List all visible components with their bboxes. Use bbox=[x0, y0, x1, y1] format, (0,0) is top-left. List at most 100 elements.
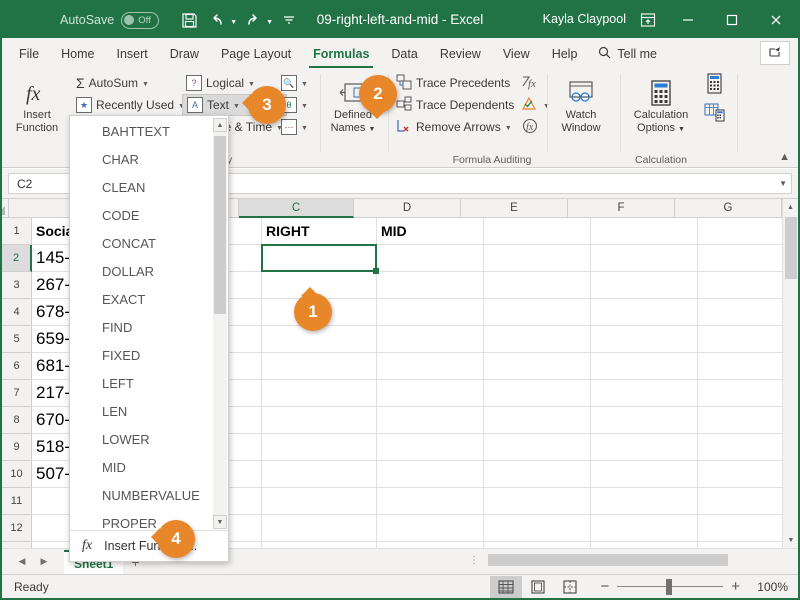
tab-view[interactable]: View bbox=[492, 40, 541, 68]
cell-D8[interactable] bbox=[377, 407, 484, 434]
row-header-10[interactable]: 10 bbox=[2, 461, 32, 488]
menu-item-concat[interactable]: CONCAT bbox=[70, 230, 213, 258]
cell-E11[interactable] bbox=[484, 488, 591, 515]
row-header-3[interactable]: 3 bbox=[2, 272, 32, 299]
tab-formulas[interactable]: Formulas bbox=[302, 40, 380, 68]
row-header-2[interactable]: 2 bbox=[2, 245, 32, 272]
vertical-scrollbar[interactable]: ▲ ▼ bbox=[782, 199, 798, 548]
calculate-now-button[interactable] bbox=[700, 72, 730, 96]
chevron-down-icon[interactable]: ▼ bbox=[248, 81, 255, 88]
insert-function-button[interactable]: fx Insert Function bbox=[8, 72, 66, 135]
cell-D9[interactable] bbox=[377, 434, 484, 461]
menu-item-code[interactable]: CODE bbox=[70, 202, 213, 230]
menu-item-left[interactable]: LEFT bbox=[70, 370, 213, 398]
cell-D1[interactable]: MID bbox=[377, 218, 484, 245]
autosave-switch[interactable]: Off bbox=[121, 11, 160, 29]
tab-review[interactable]: Review bbox=[429, 40, 492, 68]
tab-insert[interactable]: Insert bbox=[106, 40, 159, 68]
cell-F5[interactable] bbox=[591, 326, 698, 353]
cell-C8[interactable] bbox=[262, 407, 377, 434]
autosum-button[interactable]: Σ AutoSum ▼ bbox=[72, 72, 189, 94]
menu-item-len[interactable]: LEN bbox=[70, 398, 213, 426]
menu-item-lower[interactable]: LOWER bbox=[70, 426, 213, 454]
chevron-down-icon[interactable]: ▼ bbox=[301, 125, 308, 132]
row-header-4[interactable]: 4 bbox=[2, 299, 32, 326]
save-icon[interactable] bbox=[177, 8, 201, 32]
cell-C11[interactable] bbox=[262, 488, 377, 515]
cell-C5[interactable] bbox=[262, 326, 377, 353]
undo-icon[interactable] bbox=[205, 8, 229, 32]
cell-E2[interactable] bbox=[484, 245, 591, 272]
error-checking-button[interactable]: ▼ bbox=[517, 94, 554, 116]
chevron-down-icon[interactable]: ▼ bbox=[142, 81, 149, 88]
cell-C2[interactable] bbox=[262, 245, 377, 272]
column-header-c[interactable]: C bbox=[239, 199, 354, 218]
cell-D7[interactable] bbox=[377, 380, 484, 407]
remove-arrows-button[interactable]: Remove Arrows ▼ bbox=[392, 116, 518, 138]
menu-item-dollar[interactable]: DOLLAR bbox=[70, 258, 213, 286]
tab-help[interactable]: Help bbox=[541, 40, 589, 68]
scroll-up-icon[interactable]: ▲ bbox=[783, 199, 798, 215]
select-all-corner[interactable] bbox=[2, 199, 9, 218]
cell-E6[interactable] bbox=[484, 353, 591, 380]
row-header-11[interactable]: 11 bbox=[2, 488, 32, 515]
cell-D2[interactable] bbox=[377, 245, 484, 272]
show-formulas-button[interactable]: fx bbox=[517, 72, 554, 94]
evaluate-formula-button[interactable]: fx bbox=[517, 116, 554, 138]
row-header-5[interactable]: 5 bbox=[2, 326, 32, 353]
cell-D10[interactable] bbox=[377, 461, 484, 488]
cell-E7[interactable] bbox=[484, 380, 591, 407]
cell-C12[interactable] bbox=[262, 515, 377, 542]
autosave-toggle[interactable]: AutoSave Off bbox=[60, 11, 160, 29]
column-header-e[interactable]: E bbox=[461, 199, 568, 218]
scroll-split-handle[interactable]: ⋮ bbox=[469, 555, 480, 566]
trace-dependents-button[interactable]: Trace Dependents bbox=[392, 94, 518, 116]
cell-D3[interactable] bbox=[377, 272, 484, 299]
expand-formula-bar-icon[interactable]: ▼ bbox=[779, 179, 787, 188]
formula-input[interactable]: ▼ bbox=[199, 173, 792, 194]
vertical-scroll-thumb[interactable] bbox=[785, 217, 797, 279]
page-break-preview-icon[interactable] bbox=[554, 576, 586, 598]
row-header-6[interactable]: 6 bbox=[2, 353, 32, 380]
dropdown-scroll-thumb[interactable] bbox=[214, 136, 226, 314]
row-header-9[interactable]: 9 bbox=[2, 434, 32, 461]
cell-D12[interactable] bbox=[377, 515, 484, 542]
row-header-12[interactable]: 12 bbox=[2, 515, 32, 542]
cell-C10[interactable] bbox=[262, 461, 377, 488]
column-header-d[interactable]: D bbox=[354, 199, 461, 218]
cell-D11[interactable] bbox=[377, 488, 484, 515]
cell-C9[interactable] bbox=[262, 434, 377, 461]
menu-item-char[interactable]: CHAR bbox=[70, 146, 213, 174]
watch-window-button[interactable]: Watch Window bbox=[552, 72, 610, 135]
maximize-icon[interactable] bbox=[710, 2, 754, 38]
cell-F1[interactable] bbox=[591, 218, 698, 245]
menu-item-proper[interactable]: PROPER bbox=[70, 510, 213, 529]
cell-D5[interactable] bbox=[377, 326, 484, 353]
cell-E10[interactable] bbox=[484, 461, 591, 488]
normal-view-icon[interactable] bbox=[490, 575, 523, 598]
cell-F7[interactable] bbox=[591, 380, 698, 407]
ribbon-display-options-icon[interactable] bbox=[630, 2, 666, 38]
calculation-options-button[interactable]: Calculation Options ▼ bbox=[624, 72, 698, 136]
dropdown-scrollbar[interactable]: ▲ ▼ bbox=[213, 118, 227, 529]
column-header-g[interactable]: G bbox=[675, 199, 782, 218]
share-button[interactable] bbox=[760, 41, 790, 65]
tab-page-layout[interactable]: Page Layout bbox=[210, 40, 302, 68]
redo-icon[interactable] bbox=[241, 8, 265, 32]
zoom-slider[interactable] bbox=[617, 578, 724, 595]
cell-E8[interactable] bbox=[484, 407, 591, 434]
cell-F6[interactable] bbox=[591, 353, 698, 380]
lookup-reference-button[interactable]: 🔍 ▼ bbox=[277, 72, 312, 94]
function-list[interactable]: BAHTTEXT CHAR CLEAN CODE CONCAT DOLLAR EXACT FI… bbox=[70, 118, 213, 529]
menu-item-find[interactable]: FIND bbox=[70, 314, 213, 342]
row-header-7[interactable]: 7 bbox=[2, 380, 32, 407]
cell-C1[interactable]: RIGHT bbox=[262, 218, 377, 245]
calculate-sheet-button[interactable] bbox=[700, 102, 730, 124]
undo-caret-icon[interactable]: ▼ bbox=[230, 19, 237, 26]
tab-file[interactable]: File bbox=[8, 40, 50, 68]
cell-F2[interactable] bbox=[591, 245, 698, 272]
cell-D4[interactable] bbox=[377, 299, 484, 326]
zoom-level-label[interactable]: 100% bbox=[748, 580, 788, 594]
menu-item-numbervalue[interactable]: NUMBERVALUE bbox=[70, 482, 213, 510]
cell-C7[interactable] bbox=[262, 380, 377, 407]
